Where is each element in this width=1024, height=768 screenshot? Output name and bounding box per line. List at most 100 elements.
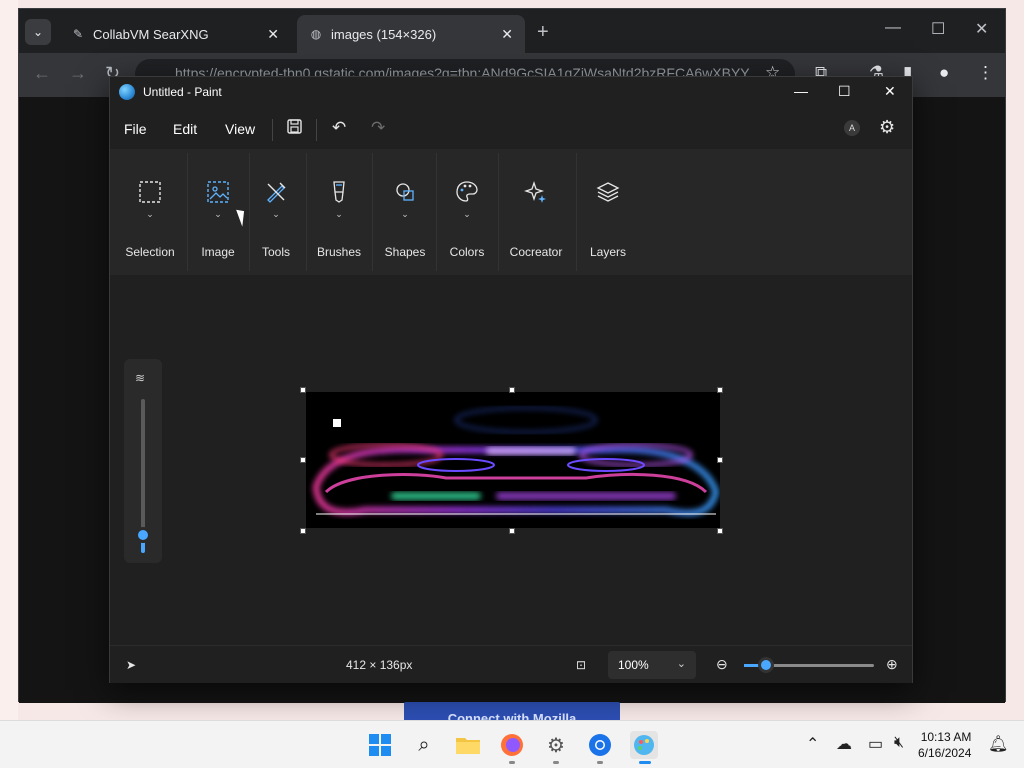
network-icon[interactable]: ▭	[868, 734, 883, 754]
resize-handle[interactable]	[717, 457, 723, 463]
chevron-down-icon: ⌄	[676, 658, 686, 670]
taskbar: ⌕ ⚙ ⌃ ☁ ▭ 🔇︎ 10:13 AM 6/16/2024 🔔︎	[0, 720, 1024, 768]
resize-handle[interactable]	[300, 457, 306, 463]
running-indicator	[597, 761, 603, 764]
paint-titlebar: Untitled - Paint — ☐ ✕	[110, 77, 912, 107]
settings-gear-icon[interactable]: ⚙	[542, 731, 570, 759]
date-text: 6/16/2024	[918, 746, 972, 760]
resize-handle[interactable]	[300, 528, 306, 534]
start-windows-icon[interactable]	[366, 731, 394, 759]
chevron-down-icon: ⌄	[146, 209, 154, 219]
palette-icon	[454, 179, 480, 205]
tab-strip: ⌄ ✎ CollabVM SearXNG ✕ ◍ images (154×326…	[19, 9, 1005, 53]
menu-divider	[316, 119, 317, 141]
ribbon-label: Cocreator	[509, 245, 563, 259]
ribbon-group-brushes[interactable]: ⌄ Brushes	[312, 149, 366, 275]
tab-collabvm-searxng[interactable]: ✎ CollabVM SearXNG ✕	[59, 15, 291, 53]
back-button[interactable]: ←	[33, 63, 51, 84]
close-window-button[interactable]: ✕	[975, 19, 988, 39]
resize-handle[interactable]	[717, 387, 723, 393]
chevron-down-icon: ⌄	[272, 209, 280, 219]
more-menu-icon[interactable]: ⋮	[977, 63, 994, 83]
ribbon-divider	[306, 153, 307, 271]
account-icon[interactable]: A	[844, 120, 860, 136]
settings-gear-icon[interactable]: ⚙	[879, 117, 895, 138]
close-button[interactable]: ✕	[884, 83, 896, 100]
ribbon: ⌄ Selection ⌄ Image ⌄ Tools ⌄ Brushes ⌄ …	[110, 149, 912, 275]
image-icon	[205, 179, 231, 205]
resize-handle[interactable]	[300, 387, 306, 393]
brush-size-slider[interactable]: ≋	[124, 359, 162, 563]
notification-bell-icon[interactable]: 🔔︎	[988, 734, 1008, 754]
ribbon-group-colors[interactable]: ⌄ Colors	[442, 149, 492, 275]
ribbon-group-cocreator[interactable]: Cocreator	[504, 149, 568, 275]
resize-handle[interactable]	[509, 387, 515, 393]
canvas-image[interactable]	[306, 392, 720, 528]
chevron-down-icon: ⌄	[401, 209, 409, 219]
onedrive-icon[interactable]: ☁	[836, 734, 852, 754]
zoom-out-icon[interactable]: ⊖	[716, 656, 728, 673]
tab-images[interactable]: ◍ images (154×326) ✕	[297, 15, 525, 53]
maximize-button[interactable]: ☐	[838, 83, 851, 100]
ribbon-group-selection[interactable]: ⌄ Selection	[122, 149, 178, 275]
clock[interactable]: 10:13 AM 6/16/2024	[918, 729, 971, 761]
minimize-button[interactable]: —	[885, 19, 901, 37]
canvas-area[interactable]: ≋	[110, 275, 912, 645]
maximize-button[interactable]: ☐	[931, 19, 945, 39]
tab-label: CollabVM SearXNG	[93, 26, 209, 42]
tab-search-button[interactable]: ⌄	[25, 19, 51, 45]
menu-view[interactable]: View	[225, 121, 255, 137]
firefox-icon[interactable]	[498, 731, 526, 759]
desktop-edge	[0, 0, 18, 720]
layers-icon	[595, 179, 621, 205]
zoom-value: 100%	[618, 658, 649, 672]
ribbon-label: Colors	[449, 245, 485, 259]
tab-label: images (154×326)	[331, 26, 437, 42]
volume-muted-icon[interactable]: 🔇︎	[894, 734, 904, 752]
menu-bar: File Edit View ↶ ↷	[110, 111, 912, 147]
ribbon-group-layers[interactable]: Layers	[582, 149, 634, 275]
redo-icon[interactable]: ↷	[371, 118, 385, 138]
chrome-icon[interactable]	[586, 731, 614, 759]
brush-icon	[326, 179, 352, 205]
forward-button[interactable]: →	[69, 63, 87, 84]
running-indicator	[553, 761, 559, 764]
resize-handle[interactable]	[717, 528, 723, 534]
close-icon[interactable]: ✕	[501, 26, 513, 43]
zoom-in-icon[interactable]: ⊕	[886, 656, 898, 673]
menu-divider	[272, 119, 273, 141]
ribbon-group-shapes[interactable]: ⌄ Shapes	[378, 149, 432, 275]
resize-handle[interactable]	[509, 528, 515, 534]
searxng-icon: ✎	[72, 27, 84, 41]
paint-logo-icon	[119, 84, 135, 100]
menu-file[interactable]: File	[124, 121, 147, 137]
shapes-icon	[392, 179, 418, 205]
save-icon[interactable]	[286, 118, 303, 140]
paint-window: Untitled - Paint — ☐ ✕ File Edit View ↶ …	[109, 76, 913, 683]
slider-thumb[interactable]	[135, 527, 151, 543]
ribbon-label: Image	[201, 245, 235, 259]
ribbon-label: Shapes	[384, 245, 426, 259]
connect-with-mozilla-button[interactable]: Connect with Mozilla	[404, 702, 620, 722]
ribbon-label: Selection	[125, 245, 175, 259]
file-explorer-icon[interactable]	[454, 731, 482, 759]
time-text: 10:13 AM	[920, 730, 972, 744]
undo-icon[interactable]: ↶	[332, 118, 346, 138]
paint-taskbar-icon[interactable]	[630, 731, 658, 759]
search-icon[interactable]: ⌕	[410, 731, 438, 759]
ribbon-divider	[576, 153, 577, 271]
close-icon[interactable]: ✕	[267, 26, 279, 43]
ribbon-group-tools[interactable]: ⌄ Tools	[254, 149, 298, 275]
status-bar: ➤ 412 × 136px ⊡ 100% ⌄ ⊖ ⊕	[110, 645, 912, 683]
minimize-button[interactable]: —	[794, 83, 808, 99]
menu-edit[interactable]: Edit	[173, 121, 197, 137]
ribbon-divider	[249, 153, 250, 271]
selection-icon	[137, 179, 163, 205]
zoom-slider-thumb[interactable]	[758, 657, 774, 673]
profile-icon[interactable]: ●	[939, 63, 949, 83]
chevron-up-icon[interactable]: ⌃	[806, 734, 819, 754]
fit-to-window-icon[interactable]: ⊡	[576, 658, 586, 672]
active-indicator	[639, 761, 651, 764]
zoom-dropdown[interactable]: 100% ⌄	[608, 651, 696, 679]
new-tab-button[interactable]: +	[537, 21, 549, 44]
